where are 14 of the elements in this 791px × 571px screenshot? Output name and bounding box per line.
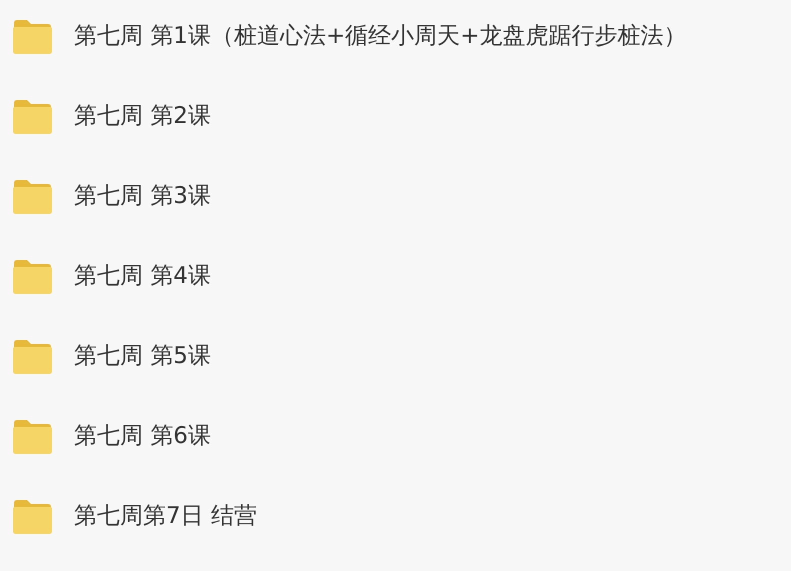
folder-name[interactable]: 第七周 第6课 [74,416,211,456]
folder-name[interactable]: 第七周第7日 结营 [74,496,257,536]
folder-icon [12,177,53,215]
folder-name[interactable]: 第七周 第5课 [74,336,211,376]
folder-icon [12,337,53,375]
folder-name[interactable]: 第七周 第3课 [74,176,211,216]
folder-icon [12,257,53,295]
folder-icon [12,497,53,535]
folder-name[interactable]: 第七周 第1课（桩道心法+循经小周天+龙盘虎踞行步桩法） [74,16,686,56]
folder-icon [12,97,53,135]
folder-name[interactable]: 第七周 第4课 [74,256,211,296]
folder-icon [12,17,53,55]
folder-name[interactable]: 第七周 第2课 [74,96,211,136]
folder-icon [12,417,53,455]
